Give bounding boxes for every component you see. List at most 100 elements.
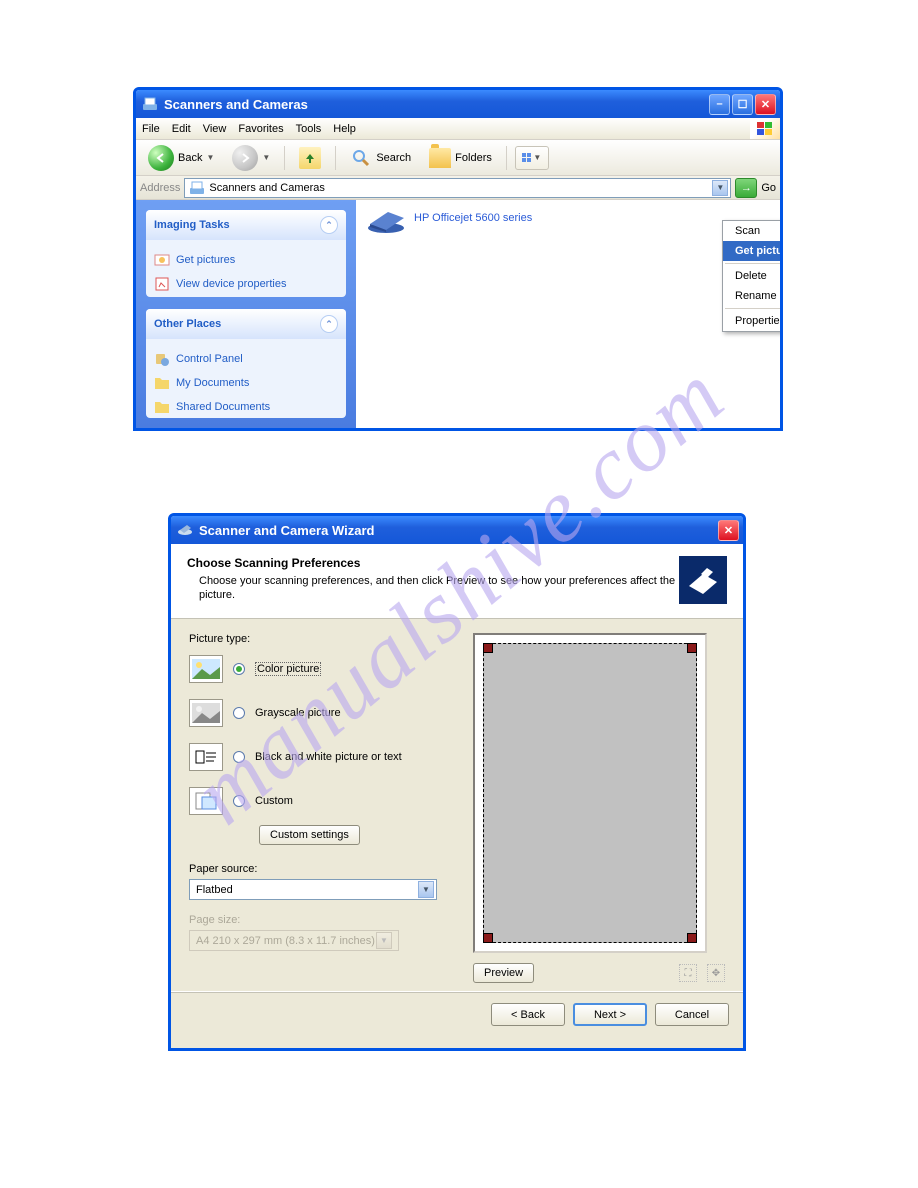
search-button[interactable]: Search [344, 145, 417, 171]
address-field[interactable]: Scanners and Cameras ▼ [184, 178, 731, 198]
ctx-scan[interactable]: Scan [723, 221, 783, 241]
separator [725, 263, 783, 264]
control-panel-link[interactable]: Control Panel [154, 347, 338, 371]
windows-flag-icon [750, 118, 780, 139]
wizard-heading: Choose Scanning Preferences [187, 556, 679, 570]
menu-tools[interactable]: Tools [296, 123, 322, 135]
option-custom[interactable]: Custom [189, 787, 449, 815]
menu-favorites[interactable]: Favorites [238, 123, 283, 135]
view-properties-link[interactable]: View device properties [154, 272, 338, 296]
maximize-button[interactable]: ☐ [732, 94, 753, 115]
documents-icon [154, 375, 170, 391]
folders-button[interactable]: Folders [423, 146, 498, 170]
page-size-label: Page size: [189, 914, 449, 926]
radio-color[interactable] [233, 663, 245, 675]
views-button[interactable]: ▼ [515, 146, 549, 170]
menu-file[interactable]: File [142, 123, 160, 135]
go-label: Go [761, 182, 776, 194]
address-bar: Address Scanners and Cameras ▼ → Go [136, 176, 780, 200]
preview-selection[interactable] [483, 643, 697, 943]
resize-handle-bl[interactable] [483, 933, 493, 943]
color-label: Color picture [255, 662, 321, 676]
properties-icon [154, 276, 170, 292]
radio-custom[interactable] [233, 795, 245, 807]
option-bw[interactable]: Black and white picture or text [189, 743, 449, 771]
folders-icon [429, 148, 451, 168]
paper-source-label: Paper source: [189, 863, 449, 875]
menu-help[interactable]: Help [333, 123, 356, 135]
grayscale-label: Grayscale picture [255, 707, 341, 719]
wizard-close-button[interactable]: ✕ [718, 520, 739, 541]
device-item[interactable]: HP Officejet 5600 series [366, 210, 770, 234]
forward-dropdown-icon[interactable]: ▼ [262, 153, 270, 162]
control-panel-label: Control Panel [176, 353, 243, 365]
option-grayscale[interactable]: Grayscale picture [189, 699, 449, 727]
collapse-button[interactable]: ⌃ [320, 216, 338, 234]
custom-thumb-icon [189, 787, 223, 815]
wizard-footer: < Back Next > Cancel [171, 991, 743, 1037]
other-places-panel: Other Places ⌃ Control Panel My Document… [146, 309, 346, 418]
page-size-select: A4 210 x 297 mm (8.3 x 11.7 inches) ▼ [189, 930, 399, 951]
ctx-delete[interactable]: Delete [723, 266, 783, 286]
page-size-value: A4 210 x 297 mm (8.3 x 11.7 inches) [196, 935, 375, 947]
ctx-properties[interactable]: Properties [723, 311, 783, 331]
back-button[interactable]: < Back [491, 1003, 565, 1026]
back-button[interactable]: Back ▼ [142, 143, 220, 173]
radio-grayscale[interactable] [233, 707, 245, 719]
option-color[interactable]: Color picture [189, 655, 449, 683]
zoom-selection-icon[interactable]: ⛶ [679, 964, 697, 982]
scanner-device-icon [366, 210, 406, 234]
address-icon [189, 180, 205, 196]
wizard-header: Choose Scanning Preferences Choose your … [171, 544, 743, 619]
get-pictures-label: Get pictures [176, 254, 235, 266]
preview-button[interactable]: Preview [473, 963, 534, 983]
my-documents-label: My Documents [176, 377, 249, 389]
close-button[interactable]: ✕ [755, 94, 776, 115]
dropdown-icon: ▼ [376, 932, 392, 949]
sidebar: Imaging Tasks ⌃ Get pictures View device… [136, 200, 356, 428]
resize-handle-br[interactable] [687, 933, 697, 943]
explorer-window: Scanners and Cameras – ☐ ✕ File Edit Vie… [133, 87, 783, 431]
address-dropdown-icon[interactable]: ▼ [712, 180, 728, 196]
wizard-header-icon [679, 556, 727, 604]
search-label: Search [376, 152, 411, 164]
custom-label: Custom [255, 795, 293, 807]
cancel-button[interactable]: Cancel [655, 1003, 729, 1026]
custom-settings-button[interactable]: Custom settings [259, 825, 360, 845]
scanner-title-icon [142, 96, 158, 112]
fit-page-icon[interactable]: ✥ [707, 964, 725, 982]
get-pictures-link[interactable]: Get pictures [154, 248, 338, 272]
minimize-button[interactable]: – [709, 94, 730, 115]
forward-button[interactable]: ▼ [226, 143, 276, 173]
imaging-tasks-panel: Imaging Tasks ⌃ Get pictures View device… [146, 210, 346, 297]
titlebar[interactable]: Scanners and Cameras – ☐ ✕ [136, 90, 780, 118]
ctx-rename[interactable]: Rename [723, 286, 783, 306]
wizard-description: Choose your scanning preferences, and th… [187, 574, 679, 603]
my-documents-link[interactable]: My Documents [154, 371, 338, 395]
go-button[interactable]: → [735, 178, 757, 198]
up-button[interactable] [293, 145, 327, 171]
dropdown-icon[interactable]: ▼ [418, 881, 434, 898]
menu-view[interactable]: View [203, 123, 227, 135]
resize-handle-tr[interactable] [687, 643, 697, 653]
ctx-get-picture[interactable]: Get picture using Scanner Wizard [723, 241, 783, 261]
back-dropdown-icon[interactable]: ▼ [206, 153, 214, 162]
radio-bw[interactable] [233, 751, 245, 763]
collapse-button[interactable]: ⌃ [320, 315, 338, 333]
preview-frame[interactable] [473, 633, 707, 953]
main-content[interactable]: HP Officejet 5600 series Scan Get pictur… [356, 200, 780, 428]
wizard-left-panel: Picture type: Color picture Grayscale pi… [189, 633, 449, 983]
next-button[interactable]: Next > [573, 1003, 647, 1026]
window-title: Scanners and Cameras [164, 97, 709, 112]
wizard-titlebar[interactable]: Scanner and Camera Wizard ✕ [171, 516, 743, 544]
up-folder-icon [299, 147, 321, 169]
back-label: Back [178, 152, 202, 164]
resize-handle-tl[interactable] [483, 643, 493, 653]
view-properties-label: View device properties [176, 278, 286, 290]
shared-documents-link[interactable]: Shared Documents [154, 395, 338, 418]
menu-edit[interactable]: Edit [172, 123, 191, 135]
picture-type-label: Picture type: [189, 633, 449, 645]
toolbar: Back ▼ ▼ Search Folders ▼ [136, 140, 780, 176]
control-panel-icon [154, 351, 170, 367]
paper-source-select[interactable]: Flatbed ▼ [189, 879, 437, 900]
